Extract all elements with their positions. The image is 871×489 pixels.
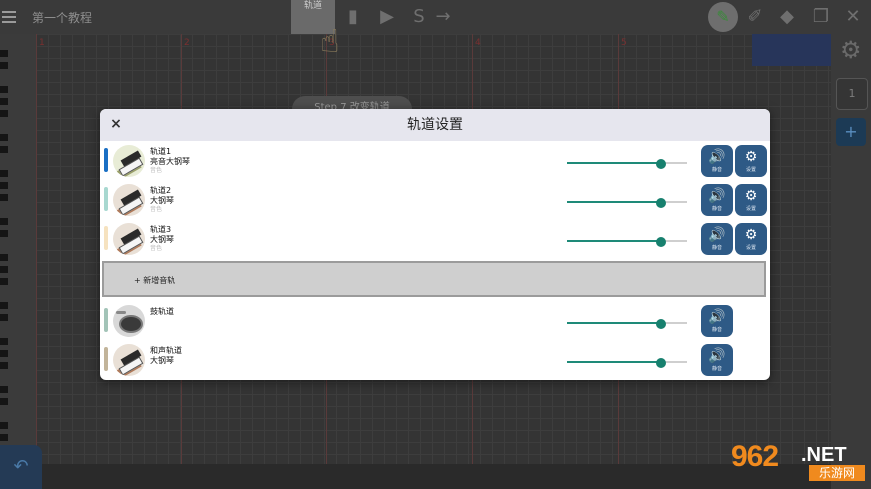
pencil-icon[interactable]: ✎ xyxy=(708,2,738,32)
dialog-title: 轨道设置 xyxy=(407,117,463,133)
menu-icon[interactable] xyxy=(2,11,16,23)
pointing-hand-icon: ☝ xyxy=(320,22,340,60)
track-name: 鼓轨道 xyxy=(150,307,174,316)
track-overview-strip[interactable] xyxy=(42,464,831,489)
page-indicator[interactable]: 1 xyxy=(836,78,868,110)
gear-icon[interactable]: ⚙ xyxy=(840,36,862,64)
selected-region[interactable] xyxy=(752,34,831,66)
add-page-button[interactable]: + xyxy=(836,118,866,146)
settings-button[interactable]: ⚙ 设置 xyxy=(735,184,767,216)
speaker-icon: 🔊 xyxy=(708,188,726,204)
harmony-track-row[interactable]: 和声轨道 大钢琴 🔊 静音 xyxy=(100,343,770,379)
track-name: 轨道3 xyxy=(150,225,172,234)
speaker-icon: 🔊 xyxy=(708,348,726,364)
piano-icon xyxy=(113,184,145,216)
mute-button[interactable]: 🔊 静音 xyxy=(701,184,733,216)
volume-slider[interactable] xyxy=(567,159,687,169)
mute-button[interactable]: 🔊 静音 xyxy=(701,145,733,177)
track-row[interactable]: 轨道1 亮音大钢琴 音色 🔊 静音 ⚙ 设置 xyxy=(100,144,770,180)
bar-number: 1 xyxy=(39,38,45,48)
track-row[interactable]: 轨道2 大钢琴 音色 🔊 静音 ⚙ 设置 xyxy=(100,183,770,219)
bar-number: 2 xyxy=(184,38,190,48)
mute-label: 静音 xyxy=(711,327,722,333)
track-color-bar xyxy=(104,226,108,250)
settings-label: 设置 xyxy=(745,245,756,251)
track-instrument: 大钢琴 xyxy=(150,196,174,205)
bar-number: 4 xyxy=(475,38,481,48)
volume-slider[interactable] xyxy=(567,319,687,329)
volume-slider[interactable] xyxy=(567,237,687,247)
copy-icon[interactable]: ❐ xyxy=(810,6,832,28)
mute-label: 静音 xyxy=(711,366,722,372)
track-name: 轨道2 xyxy=(150,186,172,195)
track-instrument: 亮音大钢琴 xyxy=(150,157,190,166)
piano-roll-keys[interactable] xyxy=(0,34,36,489)
speaker-icon: 🔊 xyxy=(708,227,726,243)
drum-icon xyxy=(113,305,145,337)
project-title: 第一个教程 xyxy=(32,10,93,25)
add-track-label: + 新增音轨 xyxy=(134,276,176,285)
mute-button[interactable]: 🔊 静音 xyxy=(701,305,733,337)
settings-label: 设置 xyxy=(745,206,756,212)
watermark-site: 乐游网 xyxy=(809,465,865,481)
track-sub-label: 音色 xyxy=(150,206,163,213)
track-name: 轨道1 xyxy=(150,147,172,156)
piano-icon xyxy=(113,344,145,376)
settings-button[interactable]: ⚙ 设置 xyxy=(735,145,767,177)
track-sub-label: 音色 xyxy=(150,167,163,174)
close-icon[interactable]: × xyxy=(108,116,124,132)
piano-icon xyxy=(113,145,145,177)
track-instrument: 大钢琴 xyxy=(150,235,174,244)
bar-number: 5 xyxy=(621,38,627,48)
mute-label: 静音 xyxy=(711,206,722,212)
track-color-bar xyxy=(104,148,108,172)
site-watermark: 962 .NET 乐游网 xyxy=(731,441,867,485)
track-instrument: 大钢琴 xyxy=(150,356,174,365)
tab-track-label: 轨道 xyxy=(303,1,322,11)
mute-button[interactable]: 🔊 静音 xyxy=(701,223,733,255)
settings-button[interactable]: ⚙ 设置 xyxy=(735,223,767,255)
volume-slider[interactable] xyxy=(567,198,687,208)
settings-label: 设置 xyxy=(745,167,756,173)
snap-icon[interactable]: S xyxy=(408,6,430,28)
brush-icon[interactable]: ✐ xyxy=(744,6,766,28)
mute-label: 静音 xyxy=(711,167,722,173)
track-color-bar xyxy=(104,308,108,332)
watermark-number: 962 xyxy=(731,440,779,473)
arrow-right-icon[interactable]: → xyxy=(432,6,454,28)
track-settings-dialog: 轨道设置 × 轨道1 亮音大钢琴 音色 🔊 静音 ⚙ 设置 轨道2 大钢琴 音色 🔊… xyxy=(100,109,770,380)
drum-track-row[interactable]: 鼓轨道 🔊 静音 xyxy=(100,304,770,340)
undo-icon[interactable]: ↶ xyxy=(0,445,42,489)
track-color-bar xyxy=(104,187,108,211)
speaker-icon: 🔊 xyxy=(708,309,726,325)
track-name: 和声轨道 xyxy=(150,346,182,355)
speaker-icon: 🔊 xyxy=(708,149,726,165)
mute-label: 静音 xyxy=(711,245,722,251)
gear-icon: ⚙ xyxy=(744,188,758,204)
track-sub-label: 音色 xyxy=(150,245,163,252)
tools-icon[interactable]: ✕ xyxy=(842,6,864,28)
track-row[interactable]: 轨道3 大钢琴 音色 🔊 静音 ⚙ 设置 xyxy=(100,222,770,258)
bar-line xyxy=(36,34,37,464)
piano-icon xyxy=(113,223,145,255)
play-icon[interactable]: ▶ xyxy=(376,6,398,28)
eraser-icon[interactable]: ◆ xyxy=(776,6,798,28)
mute-button[interactable]: 🔊 静音 xyxy=(701,344,733,376)
watermark-net: .NET xyxy=(801,444,847,466)
gear-icon: ⚙ xyxy=(744,227,758,243)
volume-slider[interactable] xyxy=(567,358,687,368)
add-track-button[interactable]: + 新增音轨 xyxy=(102,261,766,297)
track-color-bar xyxy=(104,347,108,371)
gear-icon: ⚙ xyxy=(744,149,758,165)
dialog-header: 轨道设置 × xyxy=(100,109,770,141)
